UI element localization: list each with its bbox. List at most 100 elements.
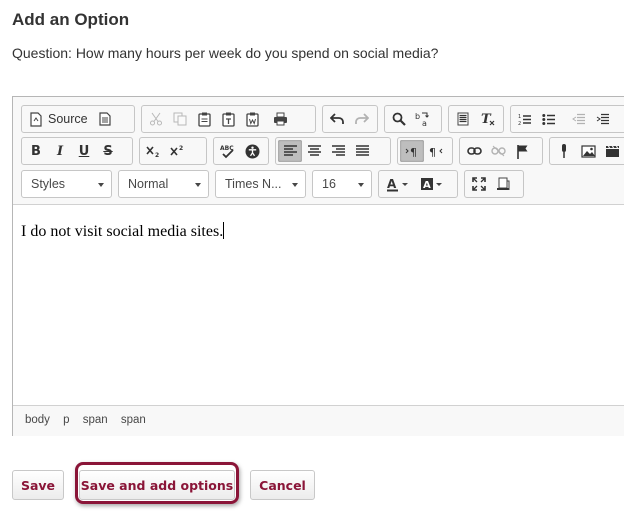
- svg-text:2: 2: [518, 121, 521, 126]
- indent-button[interactable]: [591, 108, 615, 130]
- ltr-button[interactable]: ¶: [400, 140, 424, 162]
- paste-text-button[interactable]: [216, 108, 240, 130]
- mic-button[interactable]: [552, 140, 576, 162]
- subscript-button[interactable]: 2: [142, 140, 166, 162]
- superscript-button[interactable]: 2: [166, 140, 190, 162]
- undo-button[interactable]: [325, 108, 349, 130]
- insert-group: [549, 137, 624, 165]
- select-all-icon: [456, 112, 470, 126]
- svg-text:¶: ¶: [429, 146, 436, 158]
- find-icon: [392, 112, 406, 126]
- cut-icon: [149, 112, 163, 126]
- link-button[interactable]: [462, 140, 486, 162]
- strikethrough-button[interactable]: S: [96, 140, 120, 162]
- accessibility-icon: [245, 144, 260, 159]
- replace-icon: ba: [415, 111, 431, 127]
- styles-dropdown[interactable]: Styles: [21, 170, 112, 198]
- editor-content[interactable]: I do not visit social media sites.: [13, 205, 624, 405]
- font-label: Times N...: [225, 177, 282, 191]
- source-button[interactable]: Source: [24, 108, 93, 130]
- chevron-down-icon: [358, 183, 364, 187]
- video-button[interactable]: [600, 140, 624, 162]
- path-item-span[interactable]: span: [83, 414, 108, 426]
- remove-format-icon: T: [480, 112, 495, 126]
- size-dropdown[interactable]: 16: [312, 170, 372, 198]
- format-tools-group: T: [448, 105, 504, 133]
- rtl-button[interactable]: ¶: [424, 140, 448, 162]
- align-center-button[interactable]: [302, 140, 326, 162]
- svg-text:b: b: [415, 112, 420, 121]
- maximize-icon: [472, 177, 486, 191]
- view-group: [464, 170, 524, 198]
- text-cursor: [223, 222, 225, 239]
- underline-button[interactable]: U: [72, 140, 96, 162]
- undo-group: [322, 105, 378, 133]
- show-blocks-icon: [496, 177, 510, 191]
- align-center-icon: [307, 145, 321, 157]
- paste-text-icon: [221, 112, 235, 127]
- remove-format-button[interactable]: T: [475, 108, 499, 130]
- rtl-icon: ¶: [429, 145, 443, 158]
- align-right-button[interactable]: [326, 140, 350, 162]
- cancel-button[interactable]: Cancel: [250, 470, 315, 500]
- indent-icon: [596, 113, 610, 126]
- svg-text:A: A: [423, 180, 431, 191]
- anchor-button[interactable]: [510, 140, 534, 162]
- justify-button[interactable]: [350, 140, 374, 162]
- text-color-icon: A: [386, 177, 410, 192]
- cut-button[interactable]: [144, 108, 168, 130]
- spellcheck-icon: ABC: [220, 144, 236, 159]
- size-label: 16: [322, 177, 336, 191]
- path-item-body[interactable]: body: [25, 414, 50, 426]
- bg-color-icon: A: [420, 177, 444, 192]
- link-group: [459, 137, 543, 165]
- svg-text:2: 2: [155, 152, 159, 158]
- chevron-down-icon: [195, 183, 201, 187]
- print-icon: [273, 112, 288, 126]
- align-left-button[interactable]: [278, 140, 302, 162]
- copy-button[interactable]: [168, 108, 192, 130]
- numbered-list-button[interactable]: 12: [513, 108, 537, 130]
- italic-button[interactable]: I: [48, 140, 72, 162]
- bulleted-list-button[interactable]: [537, 108, 561, 130]
- save-and-add-options-button[interactable]: Save and add options: [79, 470, 235, 500]
- rich-text-editor: Source ba T 1 2 B I U S 2 2 ABC ¶ ¶ Styl…: [12, 96, 624, 436]
- chevron-down-icon: [292, 183, 298, 187]
- templates-button[interactable]: [93, 108, 117, 130]
- bg-color-button[interactable]: A: [415, 173, 449, 195]
- subscript-icon: 2: [146, 144, 162, 158]
- text-color-button[interactable]: A: [381, 173, 415, 195]
- path-item-span-2[interactable]: span: [121, 414, 146, 426]
- show-blocks-button[interactable]: [491, 173, 515, 195]
- replace-button[interactable]: ba: [411, 108, 435, 130]
- unlink-button[interactable]: [486, 140, 510, 162]
- source-label: Source: [48, 112, 88, 126]
- print-button[interactable]: [268, 108, 292, 130]
- select-all-button[interactable]: [451, 108, 475, 130]
- svg-text:¶: ¶: [410, 146, 417, 158]
- image-button[interactable]: [576, 140, 600, 162]
- paste-word-button[interactable]: [240, 108, 264, 130]
- bold-icon: B: [31, 143, 41, 159]
- svg-text:1: 1: [518, 114, 521, 120]
- redo-button[interactable]: [349, 108, 373, 130]
- color-group: A A: [378, 170, 458, 198]
- path-item-p[interactable]: p: [63, 414, 69, 426]
- strikethrough-icon: S: [103, 143, 113, 159]
- font-dropdown[interactable]: Times N...: [215, 170, 306, 198]
- find-button[interactable]: [387, 108, 411, 130]
- spellcheck-button[interactable]: ABC: [216, 140, 240, 162]
- redo-icon: [354, 113, 369, 125]
- bulleted-list-icon: [542, 113, 556, 126]
- save-button[interactable]: Save: [12, 470, 64, 500]
- paste-icon: [197, 112, 211, 127]
- format-dropdown[interactable]: Normal: [118, 170, 209, 198]
- accessibility-button[interactable]: [240, 140, 264, 162]
- align-left-icon: [283, 145, 297, 157]
- bold-button[interactable]: B: [24, 140, 48, 162]
- find-group: ba: [384, 105, 442, 133]
- basic-styles-group: B I U S: [21, 137, 133, 165]
- paste-button[interactable]: [192, 108, 216, 130]
- outdent-button[interactable]: [567, 108, 591, 130]
- maximize-button[interactable]: [467, 173, 491, 195]
